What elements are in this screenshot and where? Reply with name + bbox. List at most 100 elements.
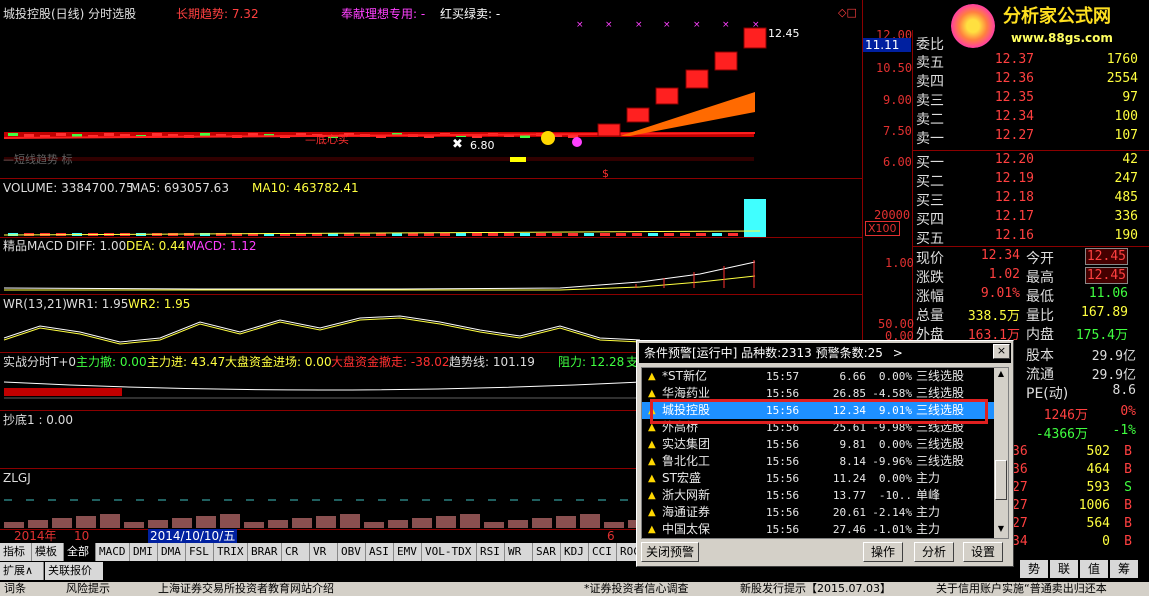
alert-row[interactable]: ▲ 鲁北化工 15:56 8.14 -9.96% 三线选股 xyxy=(642,453,994,470)
right-bottom-tab[interactable]: 值 xyxy=(1080,560,1108,578)
status-item[interactable]: 词条 xyxy=(4,582,26,596)
short-trend-annotation: —短线趋势 标 xyxy=(3,153,73,166)
tick-price: 27 xyxy=(1012,480,1028,495)
zlgj-bar xyxy=(268,520,288,528)
right-bottom-tab[interactable]: 势 xyxy=(1020,560,1048,578)
wr-chart[interactable] xyxy=(0,308,640,352)
alert-row[interactable]: ▲ 浙大网新 15:56 13.77 -10.. 单峰 xyxy=(642,487,994,504)
alert-time: 15:56 xyxy=(766,438,800,451)
tab-expand[interactable]: 扩展∧ xyxy=(0,562,44,580)
sell-level-label: 卖五 xyxy=(916,54,944,70)
sell-row[interactable]: 卖四 12.36 2554 xyxy=(912,71,1138,89)
scroll-up-icon[interactable]: ▲ xyxy=(995,369,1007,381)
zlgj-bar xyxy=(412,518,432,528)
status-item[interactable]: 关于信用账户实施“普通卖出归还本 xyxy=(936,582,1107,596)
tick-volume: 464 xyxy=(1086,462,1110,477)
quote-label: 总量 xyxy=(916,308,944,324)
volume-bar xyxy=(504,233,514,236)
buy-row[interactable]: 买四 12.17 336 xyxy=(912,209,1138,227)
quote-value: 167.89 xyxy=(1081,305,1128,320)
buy-row[interactable]: 买三 12.18 485 xyxy=(912,190,1138,208)
sell-price: 12.34 xyxy=(994,109,1034,124)
operate-button[interactable]: 操作 xyxy=(863,542,903,562)
volume-chart[interactable] xyxy=(0,195,862,237)
tab-15[interactable]: RSI xyxy=(477,543,505,561)
dialog-title-text: 条件预警[运行中] 品种数:2313 预警条数:25 xyxy=(644,346,883,360)
tab-12[interactable]: ASI xyxy=(366,543,394,561)
alert-row[interactable]: ▲ ST宏盛 15:56 11.24 0.00% 主力 xyxy=(642,470,994,487)
zlgj-bar xyxy=(244,522,264,528)
status-item[interactable]: *证券投资者信心调查 xyxy=(584,582,689,596)
sell-row[interactable]: 卖一 12.27 107 xyxy=(912,128,1138,146)
zlgj-chart[interactable] xyxy=(0,484,640,528)
status-item[interactable]: 上海证券交易所投资者教育网站介绍 xyxy=(158,582,334,596)
sell-row[interactable]: 卖五 12.37 1760 xyxy=(912,52,1138,70)
tab-4[interactable]: DMI xyxy=(130,543,158,561)
status-item[interactable]: 风险提示 xyxy=(66,582,110,596)
tab-16[interactable]: WR xyxy=(505,543,533,561)
alert-change: -10.. xyxy=(878,489,912,502)
alert-condition: 主力 xyxy=(916,471,941,485)
tab-7[interactable]: TRIX xyxy=(214,543,248,561)
tab-2[interactable]: 全部 xyxy=(64,543,96,561)
alert-list[interactable]: ▲ *ST新亿 15:57 6.66 0.00% 三线选股 ▲ 华海药业 15:56 26.85-… xyxy=(641,367,1009,539)
alert-price: 9.81 xyxy=(839,438,867,451)
close-icon[interactable]: × xyxy=(993,344,1010,359)
alert-change: 0.00% xyxy=(878,438,912,451)
tab-5[interactable]: DMA xyxy=(158,543,186,561)
tab-14[interactable]: VOL-TDX xyxy=(422,543,477,561)
tab-19[interactable]: CCI xyxy=(589,543,617,561)
buy-row[interactable]: 买二 12.19 247 xyxy=(912,171,1138,189)
main-chart[interactable]: × × × × × × × ✖ xyxy=(0,20,862,180)
tab-6[interactable]: FSL xyxy=(186,543,214,561)
alert-row[interactable]: ▲ 中国太保 15:56 27.46 -1.01% 主力 xyxy=(642,521,994,538)
buy-row[interactable]: 买五 12.16 190 xyxy=(912,228,1138,246)
tab-10[interactable]: VR xyxy=(310,543,338,561)
sell-volume: 1760 xyxy=(1106,52,1138,67)
list-scrollbar[interactable]: ▲ ▼ xyxy=(994,368,1008,538)
window-controls-icon[interactable]: ◇□ xyxy=(838,6,857,19)
tab-1[interactable]: 模板 xyxy=(32,543,64,561)
alert-row[interactable]: ▲ 实达集团 15:56 9.81 0.00% 三线选股 xyxy=(642,436,994,453)
panel-separator xyxy=(0,294,862,295)
tab-17[interactable]: SAR xyxy=(533,543,561,561)
status-bar: 词条 风险提示 上海证券交易所投资者教育网站介绍 *证券投资者信心调查 新股发行提示【2… xyxy=(0,582,1149,596)
buy-price: 12.18 xyxy=(994,190,1034,205)
sell-price: 12.27 xyxy=(994,128,1034,143)
tab-3[interactable]: MACD xyxy=(96,543,130,561)
tab-8[interactable]: BRAR xyxy=(248,543,282,561)
alert-row[interactable]: ▲ *ST新亿 15:57 6.66 0.00% 三线选股 xyxy=(642,368,994,385)
sell-row[interactable]: 卖三 12.35 97 xyxy=(912,90,1138,108)
capital-label: PE(动) xyxy=(1026,386,1069,402)
analyze-button[interactable]: 分析 xyxy=(914,542,954,562)
alert-row-icon: ▲ xyxy=(648,490,656,501)
close-alert-button[interactable]: 关闭预警 xyxy=(641,542,699,562)
tab-0[interactable]: 指标 xyxy=(0,543,32,561)
tab-13[interactable]: EMV xyxy=(394,543,422,561)
tab-11[interactable]: OBV xyxy=(338,543,366,561)
flow-chart[interactable] xyxy=(0,368,640,410)
zlgj-bar xyxy=(124,522,144,528)
svg-text:✖: ✖ xyxy=(452,137,463,152)
right-bottom-tab[interactable]: 联 xyxy=(1050,560,1078,578)
weibi-row: 委比 xyxy=(912,34,1138,52)
tab-related-quotes[interactable]: 关联报价 xyxy=(45,562,103,580)
tab-9[interactable]: CR xyxy=(282,543,310,561)
candle xyxy=(8,133,18,136)
tick-side: S xyxy=(1124,480,1132,495)
tab-18[interactable]: KDJ xyxy=(561,543,589,561)
scroll-down-icon[interactable]: ▼ xyxy=(995,524,1007,536)
right-bottom-tab[interactable]: 筹 xyxy=(1110,560,1138,578)
buy-row[interactable]: 买一 12.20 42 xyxy=(912,152,1138,170)
scroll-thumb[interactable] xyxy=(995,460,1007,500)
alert-condition: 单峰 xyxy=(916,488,941,502)
alert-row[interactable]: ▲ 海通证券 15:56 20.61 -2.14% 主力 xyxy=(642,504,994,521)
dialog-title[interactable]: 条件预警[运行中] 品种数:2313 预警条数:25 > xyxy=(639,343,1011,363)
zlgj-bar xyxy=(340,514,360,528)
sell-row[interactable]: 卖二 12.34 100 xyxy=(912,109,1138,127)
dialog-title-arrow[interactable]: > xyxy=(893,346,903,360)
price-axis-label: 6.00 xyxy=(883,155,912,169)
settings-button[interactable]: 设置 xyxy=(963,542,1003,562)
status-item[interactable]: 新股发行提示【2015.07.03】 xyxy=(740,582,891,596)
macd-chart[interactable] xyxy=(0,252,862,294)
